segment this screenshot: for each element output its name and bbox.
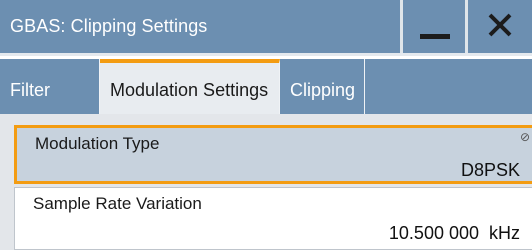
tab-label: Clipping [290,80,356,100]
close-button[interactable] [468,0,532,53]
title-bar: GBAS: Clipping Settings [0,0,532,56]
modulation-type-field[interactable]: Modulation Type ⊘ D8PSK [14,125,532,184]
tab-clipping[interactable]: Clipping [280,59,365,114]
sample-rate-unit: kHz [489,223,520,243]
close-icon [488,13,512,37]
sample-rate-number: 10.500 000 [388,223,479,243]
tab-label: Filter [10,80,50,100]
minimize-button[interactable] [403,0,465,53]
field-label: Sample Rate Variation [33,194,202,213]
window-title: GBAS: Clipping Settings [10,16,208,36]
sample-rate-variation-field[interactable]: Sample Rate Variation 10.500 000 kHz [14,187,532,250]
tab-filter[interactable]: Filter [0,59,100,114]
modulation-type-value: D8PSK [460,160,520,180]
field-label: Modulation Type [35,134,160,153]
tab-label: Modulation Settings [110,80,269,100]
sample-rate-variation-value: 10.500 000 kHz [389,223,520,244]
minimize-icon [420,34,450,39]
no-symbol-icon: ⊘ [519,130,530,144]
settings-panel: Modulation Type ⊘ D8PSK Sample Rate Vari… [0,114,532,250]
tab-modulation-settings[interactable]: Modulation Settings [100,59,280,114]
tab-bar: Filter Modulation Settings Clipping [0,59,532,114]
